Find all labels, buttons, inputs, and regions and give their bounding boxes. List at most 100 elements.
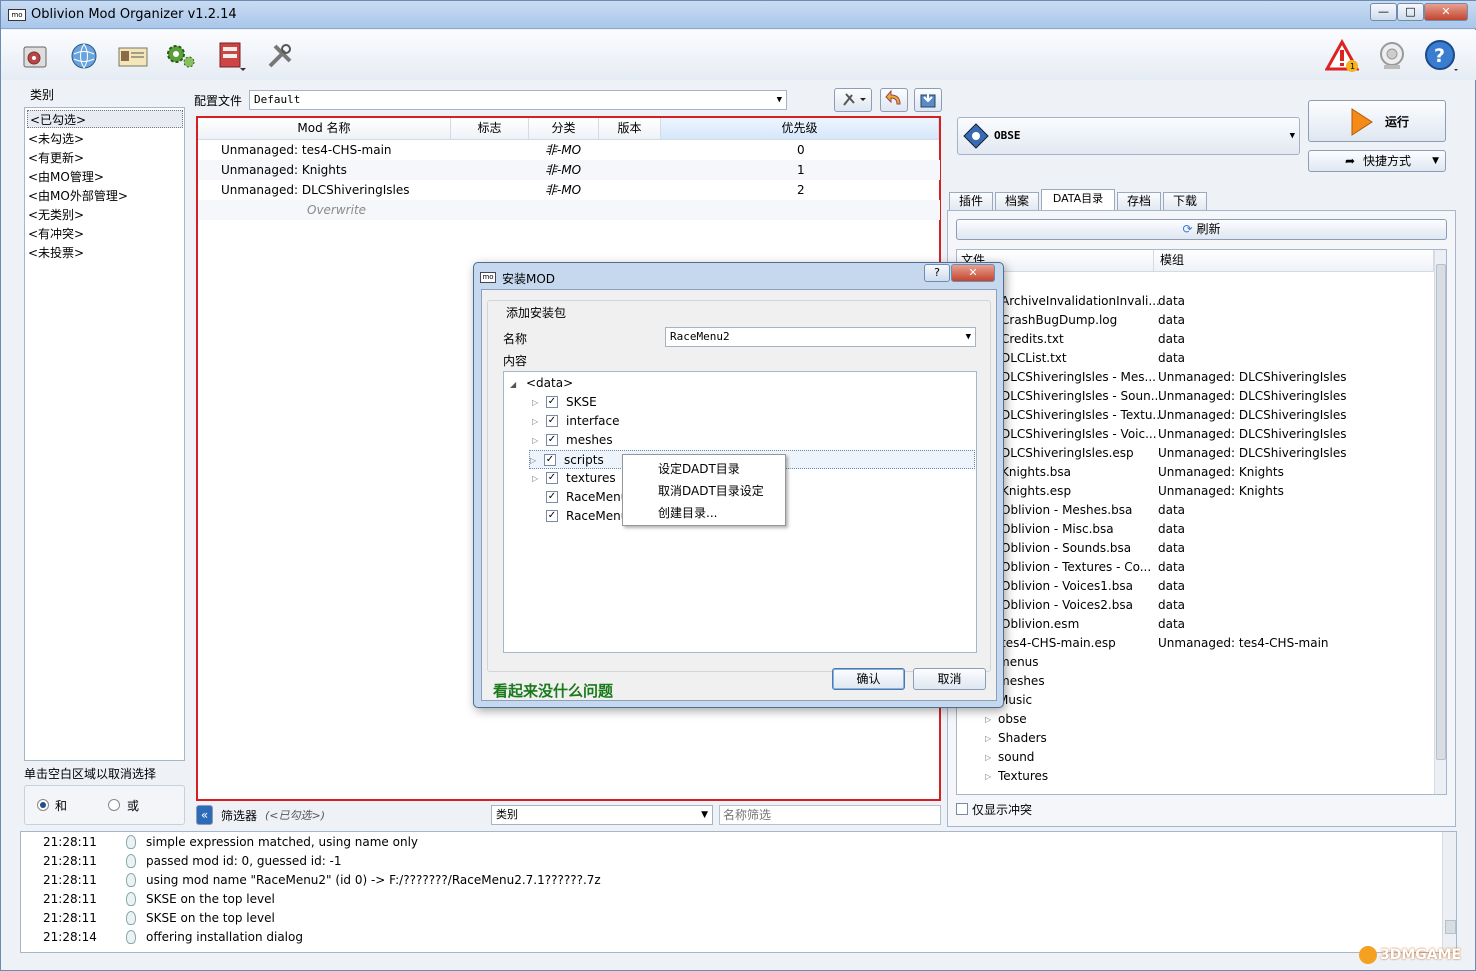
profile-select[interactable]: Default ▼ bbox=[249, 90, 787, 110]
log-scrollbar[interactable] bbox=[1442, 832, 1456, 952]
mod-row[interactable]: Unmanaged: DLCShiveringIsles 非-MO 2 bbox=[199, 180, 940, 200]
data-file-mod: Unmanaged: DLCShiveringIsles bbox=[1158, 408, 1347, 422]
category-filter-select[interactable]: 类别 ▼ bbox=[491, 805, 713, 825]
menu-item-set-data-dir[interactable]: 设定DADT目录 bbox=[658, 460, 740, 477]
data-tree-scrollbar[interactable] bbox=[1434, 250, 1446, 794]
category-item[interactable]: <有更新> bbox=[28, 149, 84, 166]
settings-wrench-icon[interactable] bbox=[262, 38, 298, 74]
tree-root[interactable]: ◢ <data> bbox=[510, 374, 573, 393]
mod-actions-button[interactable] bbox=[834, 88, 872, 112]
tab-downloads[interactable]: 下载 bbox=[1163, 192, 1207, 210]
item-checkbox[interactable]: ✓ bbox=[546, 491, 558, 503]
menu-item-create-dir[interactable]: 创建目录... bbox=[658, 504, 717, 521]
category-item[interactable]: <有冲突> bbox=[28, 225, 84, 242]
conflicts-only-label: 仅显示冲突 bbox=[972, 803, 1033, 817]
item-checkbox[interactable]: ✓ bbox=[546, 434, 558, 446]
mod-name-select[interactable]: RaceMenu2 ▼ bbox=[665, 327, 976, 347]
create-backup-button[interactable] bbox=[914, 88, 942, 112]
expand-arrow-icon[interactable]: ▷ bbox=[532, 393, 538, 412]
obse-icon bbox=[963, 123, 989, 149]
tab-plugins[interactable]: 插件 bbox=[949, 192, 993, 210]
restore-backup-button[interactable] bbox=[880, 88, 908, 112]
tab-saves[interactable]: 存档 bbox=[1117, 192, 1161, 210]
column-mod[interactable]: 模组 bbox=[1154, 250, 1434, 272]
column-mod-name[interactable]: Mod 名称 bbox=[198, 118, 451, 140]
radio-and[interactable] bbox=[37, 799, 49, 811]
data-file-name: DLCShiveringIsles - Mes... bbox=[1001, 370, 1156, 384]
item-checkbox[interactable]: ✓ bbox=[546, 510, 558, 522]
nexus-globe-icon[interactable] bbox=[66, 38, 102, 74]
item-checkbox[interactable]: ✓ bbox=[546, 472, 558, 484]
data-file-name: menus bbox=[998, 655, 1039, 669]
run-button[interactable]: 运行 bbox=[1308, 100, 1446, 142]
item-checkbox[interactable]: ✓ bbox=[546, 396, 558, 408]
update-icon[interactable] bbox=[1374, 38, 1410, 74]
category-item[interactable]: <由MO外部管理> bbox=[28, 187, 128, 204]
help-icon[interactable]: ? bbox=[1423, 38, 1459, 74]
play-icon bbox=[1351, 108, 1373, 136]
categories-list[interactable]: <已勾选> <未勾选> <有更新> <由MO管理> <由MO外部管理> <无类别… bbox=[24, 107, 185, 761]
data-file-mod: data bbox=[1158, 541, 1186, 555]
column-flags[interactable]: 标志 bbox=[451, 118, 529, 140]
install-mod-icon[interactable] bbox=[17, 38, 53, 74]
data-file-name: Oblivion - Meshes.bsa bbox=[1001, 503, 1133, 517]
radio-or[interactable] bbox=[108, 799, 120, 811]
data-file-mod: Unmanaged: DLCShiveringIsles bbox=[1158, 427, 1347, 441]
executable-select[interactable]: OBSE ▼ bbox=[957, 117, 1300, 155]
log-entry: 21:28:11 SKSE on the top level bbox=[21, 890, 1441, 909]
menu-item-unset-data-dir[interactable]: 取消DADT目录设定 bbox=[658, 482, 764, 499]
cancel-button[interactable]: 取消 bbox=[913, 668, 986, 690]
expand-arrow-icon[interactable]: ▷ bbox=[532, 412, 538, 431]
column-category[interactable]: 分类 bbox=[529, 118, 599, 140]
mod-name: Unmanaged: tes4-CHS-main bbox=[221, 143, 392, 157]
data-file-mod: data bbox=[1158, 560, 1186, 574]
mod-row[interactable]: Unmanaged: Knights 非-MO 1 bbox=[199, 160, 940, 180]
tree-item-label: RaceMenu bbox=[566, 490, 629, 504]
mod-row[interactable]: Unmanaged: tes4-CHS-main 非-MO 0 bbox=[199, 140, 940, 160]
category-item[interactable]: <由MO管理> bbox=[28, 168, 104, 185]
tab-data[interactable]: DATA目录 bbox=[1041, 189, 1115, 211]
shortcut-button[interactable]: ➦ 快捷方式 ▼ bbox=[1308, 150, 1446, 172]
expand-arrow-icon[interactable]: ▷ bbox=[532, 431, 538, 450]
executable-value: OBSE bbox=[994, 129, 1021, 142]
data-file-name: ArchiveInvalidationInvali... bbox=[1001, 294, 1160, 308]
mod-category: 非-MO bbox=[545, 183, 582, 197]
category-item[interactable]: <未投票> bbox=[28, 244, 84, 261]
filter-mode-group: 和 或 bbox=[24, 785, 185, 825]
dialog-help-button[interactable]: ? bbox=[924, 264, 950, 282]
window-title: Oblivion Mod Organizer v1.2.14 bbox=[31, 7, 237, 22]
item-checkbox[interactable]: ✓ bbox=[544, 454, 556, 466]
category-item[interactable]: <未勾选> bbox=[28, 130, 84, 147]
log-time: 21:28:11 bbox=[43, 854, 97, 868]
log-message: SKSE on the top level bbox=[146, 911, 275, 925]
title-bar[interactable]: mo Oblivion Mod Organizer v1.2.14 — □ ✕ bbox=[1, 1, 1476, 29]
overwrite-row[interactable]: Overwrite bbox=[199, 200, 940, 220]
item-checkbox[interactable]: ✓ bbox=[546, 415, 558, 427]
category-item[interactable]: <已勾选> bbox=[27, 110, 183, 128]
category-item[interactable]: <无类别> bbox=[28, 206, 84, 223]
filter-toggle-button[interactable]: « bbox=[196, 805, 213, 825]
refresh-button[interactable]: ⟳ 刷新 bbox=[956, 219, 1447, 240]
dialog-close-button[interactable]: ✕ bbox=[951, 264, 995, 282]
expand-arrow-icon[interactable]: ▷ bbox=[530, 451, 536, 470]
column-version[interactable]: 版本 bbox=[599, 118, 661, 140]
column-priority[interactable]: 优先级 bbox=[661, 118, 939, 140]
profiles-icon[interactable] bbox=[115, 38, 151, 74]
data-file-name: Oblivion - Misc.bsa bbox=[1001, 522, 1114, 536]
maximize-button[interactable]: □ bbox=[1397, 3, 1424, 21]
conflicts-only-checkbox[interactable] bbox=[956, 803, 968, 815]
expand-arrow-icon[interactable]: ▷ bbox=[532, 469, 538, 488]
executables-gear-icon[interactable] bbox=[163, 38, 199, 74]
close-button[interactable]: ✕ bbox=[1424, 3, 1468, 21]
tab-archives[interactable]: 档案 bbox=[995, 192, 1039, 210]
log-message: passed mod id: 0, guessed id: -1 bbox=[146, 854, 342, 868]
minimize-button[interactable]: — bbox=[1370, 3, 1397, 21]
name-filter-input[interactable] bbox=[719, 805, 941, 825]
log-entry: 21:28:11 passed mod id: 0, guessed id: -1 bbox=[21, 852, 1441, 871]
data-file-name: tes4-CHS-main.esp bbox=[1001, 636, 1116, 650]
warning-icon[interactable]: 1 bbox=[1324, 38, 1360, 74]
tools-icon[interactable] bbox=[213, 38, 249, 74]
ok-button[interactable]: 确认 bbox=[832, 668, 905, 690]
collapse-arrow-icon: ◢ bbox=[510, 380, 517, 389]
data-file-mod: data bbox=[1158, 313, 1186, 327]
